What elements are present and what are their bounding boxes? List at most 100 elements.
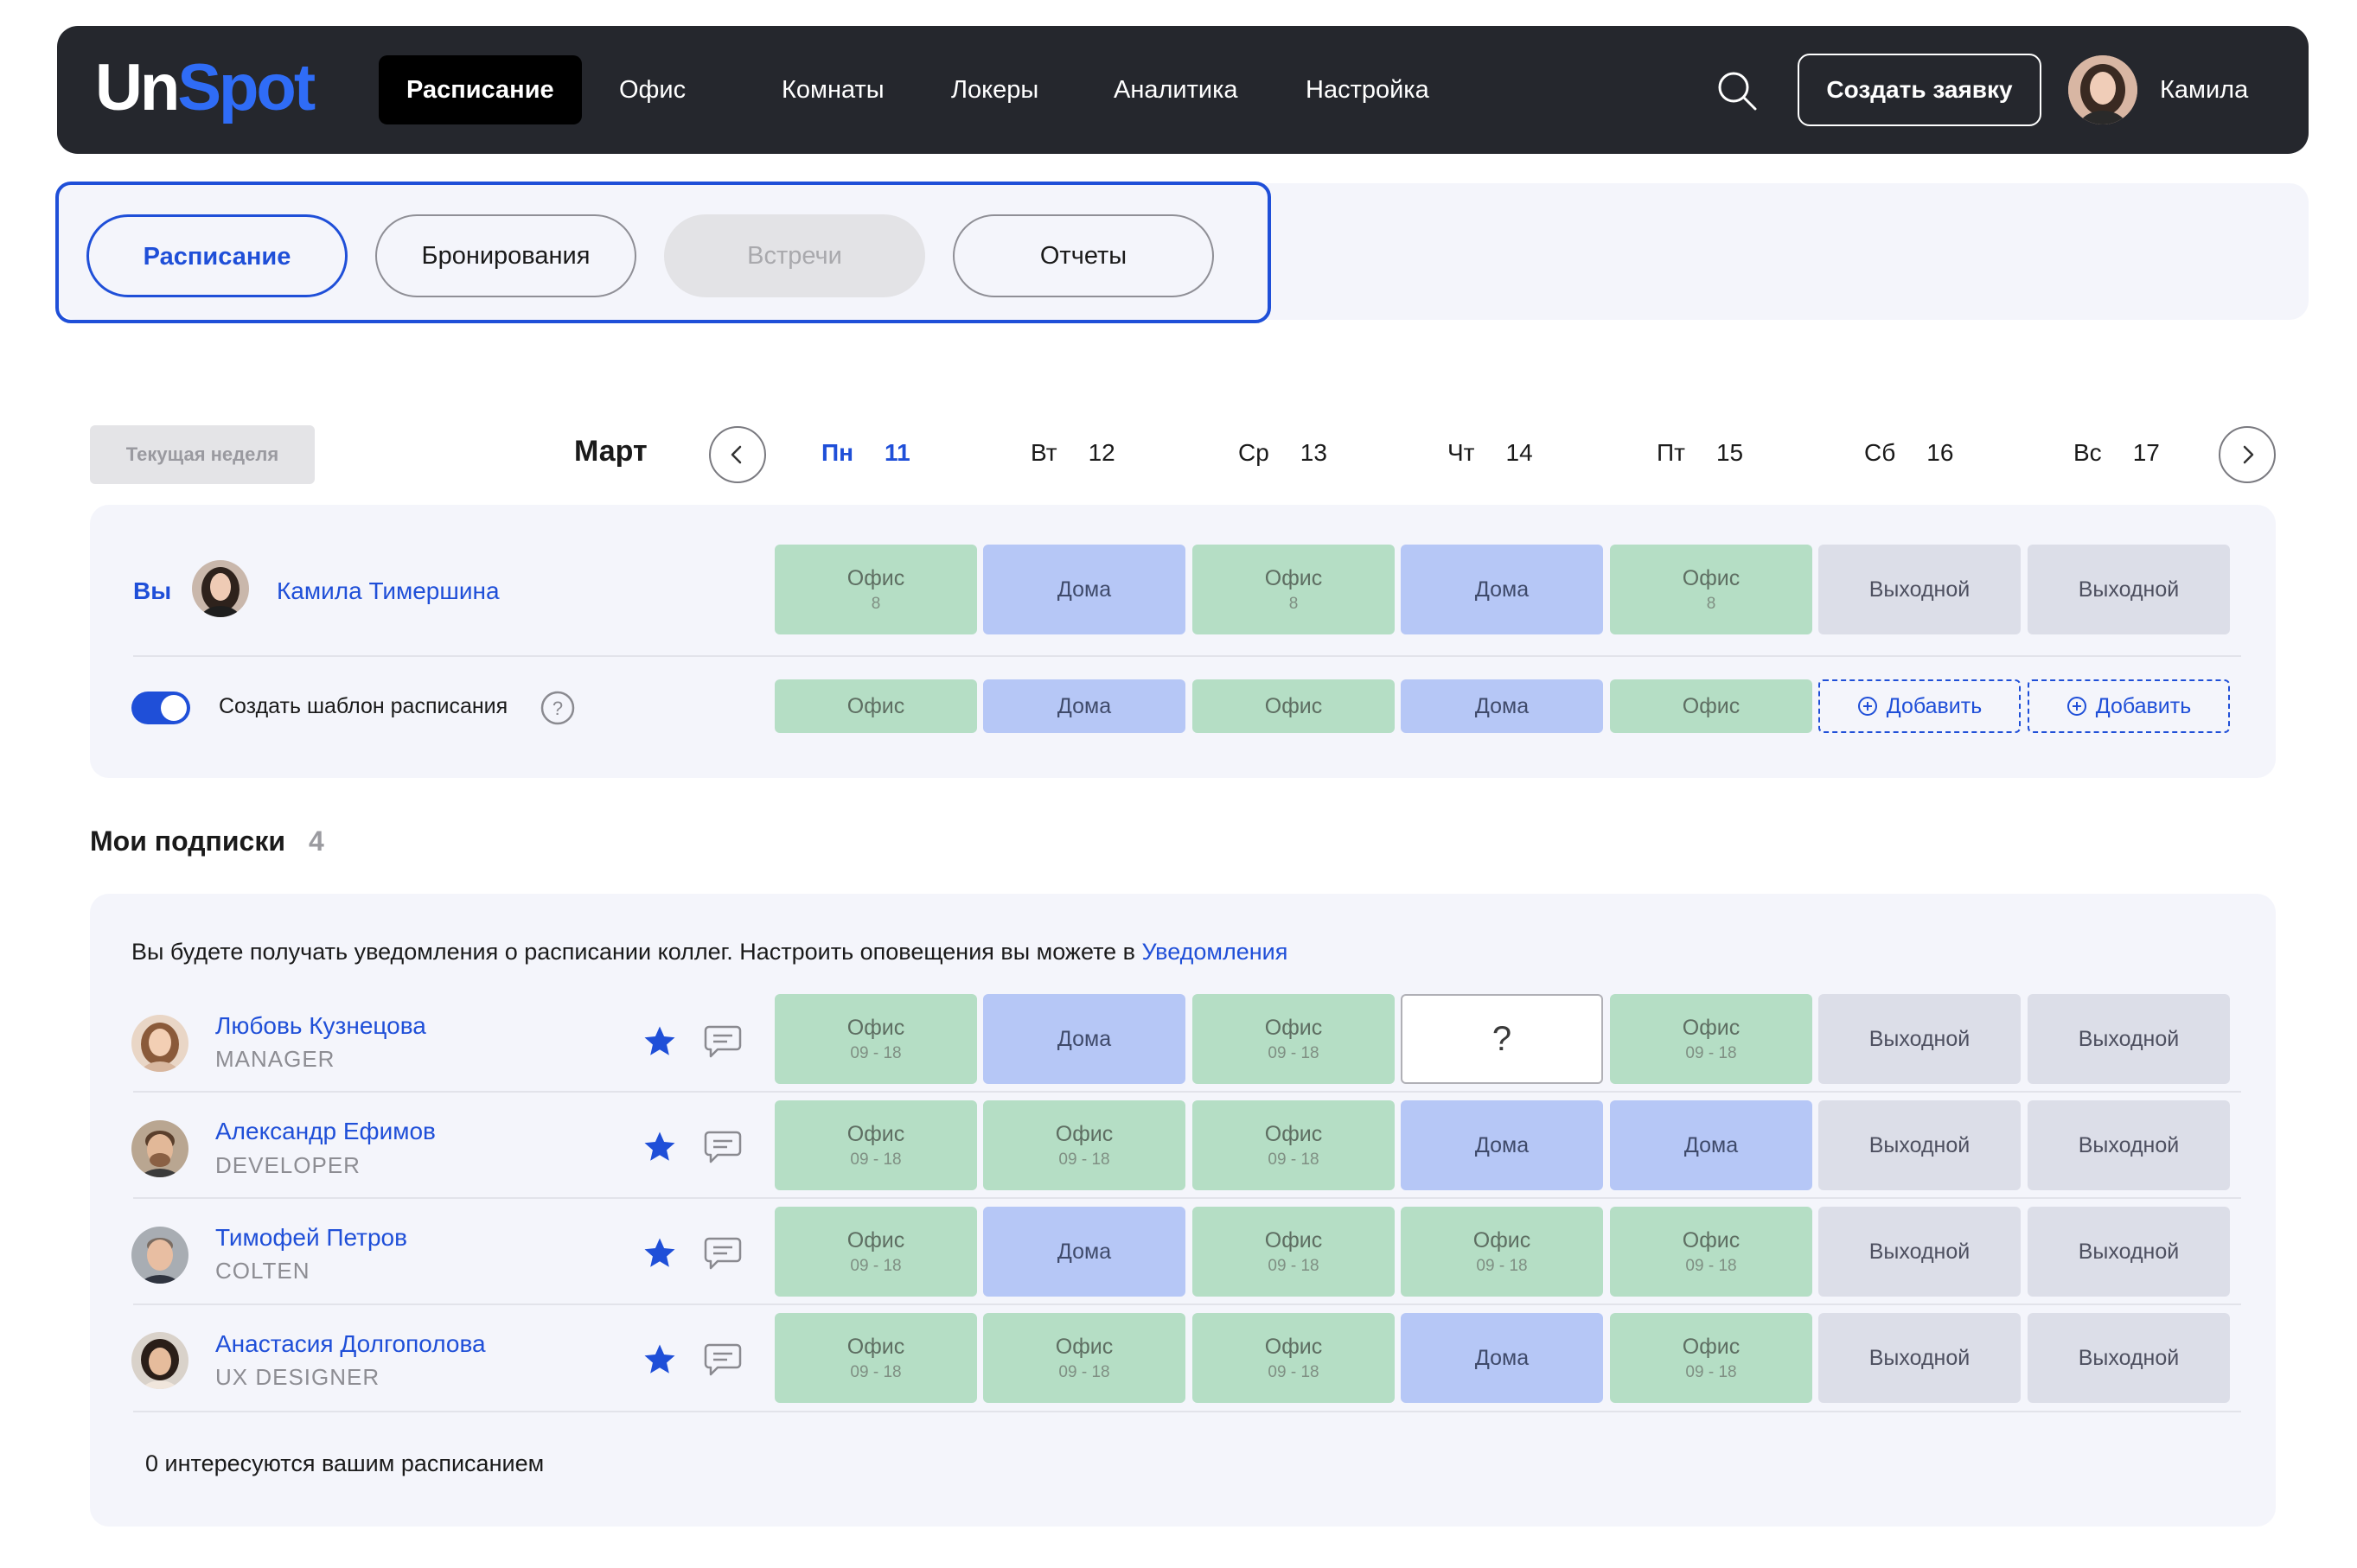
schedule-cell[interactable]: Дома — [1401, 1313, 1603, 1403]
user-name[interactable]: Камила — [2160, 55, 2248, 124]
chat-icon[interactable] — [704, 1342, 742, 1378]
nav-item-office[interactable]: Офис — [591, 55, 713, 124]
current-week-button[interactable]: Текущая неделя — [90, 425, 315, 484]
schedule-cell[interactable]: Офис 09 - 18 — [775, 1313, 977, 1403]
nav-item-analytics[interactable]: Аналитика — [1086, 55, 1266, 124]
divider — [133, 1197, 2241, 1199]
schedule-cell[interactable]: Выходной — [2028, 1207, 2230, 1297]
nav-item-lockers[interactable]: Локеры — [923, 55, 1066, 124]
prev-week-button[interactable] — [709, 426, 766, 483]
svg-text:?: ? — [553, 698, 563, 719]
schedule-cell[interactable]: Офис 09 - 18 — [983, 1100, 1185, 1190]
next-week-button[interactable] — [2219, 426, 2276, 483]
day-header-sun: Вс 17 — [2073, 439, 2160, 466]
day-header-tue: Вт 12 — [1031, 439, 1115, 466]
template-label: Создать шаблон расписания — [219, 694, 508, 718]
day-header-wed: Ср 13 — [1238, 439, 1327, 466]
template-add-sun-button[interactable]: Добавить — [2028, 679, 2230, 733]
schedule-cell[interactable]: Выходной — [2028, 1100, 2230, 1190]
chevron-left-icon — [731, 445, 742, 464]
my-schedule-sat[interactable]: Выходной — [1818, 545, 2021, 634]
star-icon[interactable] — [642, 1235, 678, 1272]
schedule-cell[interactable]: Офис 09 - 18 — [775, 1207, 977, 1297]
schedule-cell[interactable]: Офис 09 - 18 — [1192, 1100, 1395, 1190]
my-schedule-tue[interactable]: Дома — [983, 545, 1185, 634]
schedule-cell[interactable]: Выходной — [1818, 1207, 2021, 1297]
chat-icon[interactable] — [704, 1129, 742, 1165]
star-icon[interactable] — [642, 1342, 678, 1378]
person-role: DEVELOPER — [215, 1152, 361, 1178]
avatar-person-4 — [131, 1332, 188, 1389]
star-icon[interactable] — [642, 1023, 678, 1060]
subscriptions-notice: Вы будете получать уведомления о расписа… — [131, 939, 1288, 965]
star-icon[interactable] — [642, 1129, 678, 1165]
template-thu[interactable]: Дома — [1401, 679, 1603, 733]
schedule-cell[interactable]: Дома — [983, 1207, 1185, 1297]
schedule-cell[interactable]: Офис 09 - 18 — [983, 1313, 1185, 1403]
search-icon[interactable] — [1715, 69, 1759, 112]
my-name-link[interactable]: Камила Тимершина — [277, 577, 500, 605]
top-navbar: UnSpot Расписание Офис Комнаты Локеры Ан… — [57, 26, 2309, 154]
subtab-bookings[interactable]: Бронирования — [375, 214, 636, 297]
schedule-cell[interactable]: Офис 09 - 18 — [1192, 994, 1395, 1084]
template-add-sat-button[interactable]: Добавить — [1818, 679, 2021, 733]
schedule-cell[interactable]: Дома — [1610, 1100, 1812, 1190]
chat-icon[interactable] — [704, 1023, 742, 1060]
subscriptions-title: Мои подписки — [90, 825, 286, 857]
schedule-cell[interactable]: Офис 09 - 18 — [1192, 1313, 1395, 1403]
schedule-cell[interactable]: Выходной — [1818, 994, 2021, 1084]
nav-item-schedule[interactable]: Расписание — [379, 55, 582, 124]
schedule-cell[interactable]: Офис 09 - 18 — [775, 994, 977, 1084]
schedule-cell[interactable]: Офис 09 - 18 — [1401, 1207, 1603, 1297]
template-fri[interactable]: Офис — [1610, 679, 1812, 733]
schedule-cell[interactable]: Дома — [983, 994, 1185, 1084]
help-icon[interactable]: ? — [540, 690, 576, 726]
schedule-cell[interactable]: Выходной — [1818, 1100, 2021, 1190]
notifications-link[interactable]: Уведомления — [1142, 939, 1288, 965]
schedule-cell-unknown[interactable]: ? — [1401, 994, 1603, 1084]
user-avatar[interactable] — [2068, 55, 2137, 124]
template-mon[interactable]: Офис — [775, 679, 977, 733]
template-wed[interactable]: Офис — [1192, 679, 1395, 733]
nav-item-rooms[interactable]: Комнаты — [754, 55, 912, 124]
day-header-sat: Сб 16 — [1864, 439, 1954, 466]
divider — [133, 1091, 2241, 1093]
my-avatar — [192, 560, 249, 617]
person-name-link[interactable]: Тимофей Петров — [215, 1224, 407, 1252]
create-request-button[interactable]: Создать заявку — [1798, 54, 2041, 126]
unspot-logo[interactable]: UnSpot — [95, 55, 316, 121]
person-name-link[interactable]: Любовь Кузнецова — [215, 1012, 426, 1040]
schedule-cell[interactable]: Офис 09 - 18 — [1192, 1207, 1395, 1297]
chevron-right-icon — [2243, 445, 2254, 464]
person-name-link[interactable]: Александр Ефимов — [215, 1118, 436, 1145]
subtab-reports[interactable]: Отчеты — [953, 214, 1214, 297]
schedule-cell[interactable]: Выходной — [2028, 994, 2230, 1084]
schedule-cell[interactable]: Выходной — [2028, 1313, 2230, 1403]
subtab-meetings: Встречи — [664, 214, 925, 297]
interested-count: 0 интересуются вашим расписанием — [145, 1450, 545, 1476]
divider — [133, 1303, 2241, 1305]
my-schedule-fri[interactable]: Офис 8 — [1610, 545, 1812, 634]
schedule-cell[interactable]: Офис 09 - 18 — [1610, 1207, 1812, 1297]
my-schedule-wed[interactable]: Офис 8 — [1192, 545, 1395, 634]
nav-item-settings[interactable]: Настройка — [1278, 55, 1457, 124]
my-schedule-thu[interactable]: Дома — [1401, 545, 1603, 634]
subtabs-group: Расписание Бронирования Встречи Отчеты — [55, 182, 1271, 323]
my-schedule-mon[interactable]: Офис 8 — [775, 545, 977, 634]
schedule-cell[interactable]: Офис 09 - 18 — [1610, 1313, 1812, 1403]
chat-icon[interactable] — [704, 1235, 742, 1272]
day-header-mon: Пн 11 — [821, 439, 910, 466]
person-name-link[interactable]: Анастасия Долгополова — [215, 1330, 486, 1358]
schedule-cell[interactable]: Дома — [1401, 1100, 1603, 1190]
schedule-cell[interactable]: Офис 09 - 18 — [1610, 994, 1812, 1084]
day-header-fri: Пт 15 — [1657, 439, 1744, 466]
template-toggle[interactable] — [131, 692, 190, 724]
avatar-person-2 — [131, 1120, 188, 1177]
schedule-cell[interactable]: Выходной — [1818, 1313, 2021, 1403]
person-role: MANAGER — [215, 1046, 335, 1072]
schedule-cell[interactable]: Офис 09 - 18 — [775, 1100, 977, 1190]
subtab-schedule[interactable]: Расписание — [86, 214, 348, 297]
template-tue[interactable]: Дома — [983, 679, 1185, 733]
day-header-thu: Чт 14 — [1447, 439, 1533, 466]
my-schedule-sun[interactable]: Выходной — [2028, 545, 2230, 634]
